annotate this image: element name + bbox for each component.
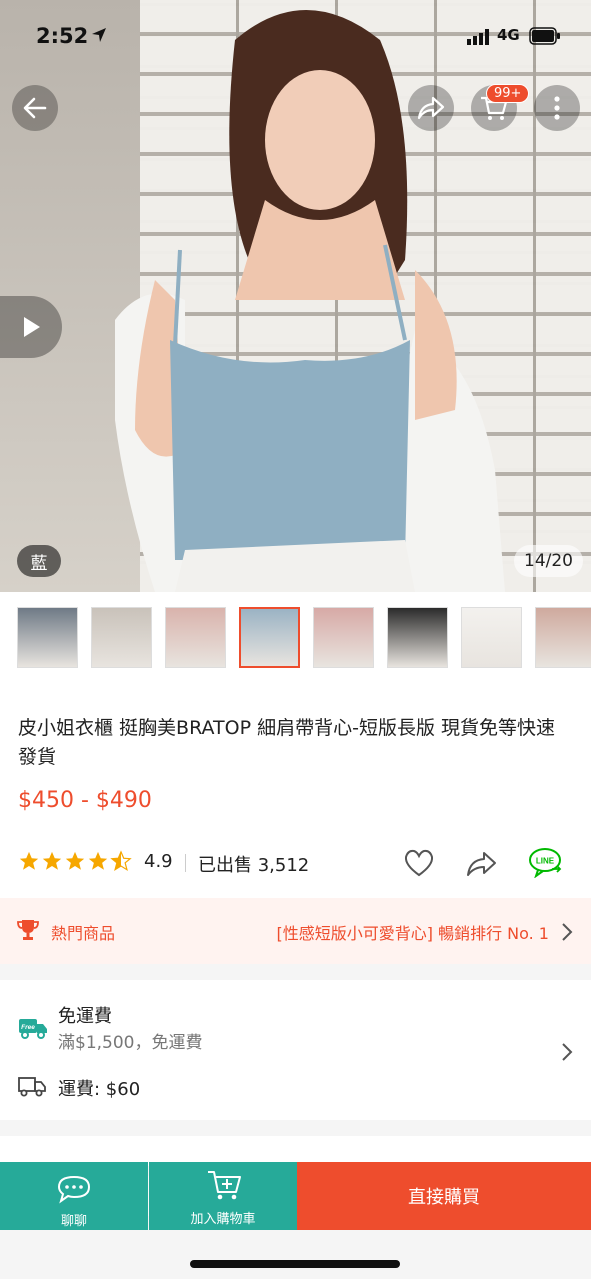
network-type: 4G [497,26,520,44]
star-icon [88,851,108,870]
trophy-icon [17,920,39,940]
thumbnail[interactable] [91,607,152,668]
thumbnail[interactable] [17,607,78,668]
model-photo [115,10,505,592]
thumbnail-active[interactable] [239,607,300,668]
thumbnail[interactable] [165,607,226,668]
add-cart-icon [208,1171,241,1200]
status-bar: 2:52 4G [0,20,591,52]
sold-count: 已出售 3,512 [198,855,310,876]
share-button[interactable] [408,85,454,131]
share-icon [417,96,445,120]
image-counter: 14/20 [514,545,583,577]
product-info: 皮小姐衣櫃 挺胸美BRATOP 細肩帶背心-短版長版 現貨免等快速發貨 $450… [0,686,591,898]
rating-value: 4.9 [144,851,173,872]
thumbnail[interactable] [313,607,374,668]
chat-bubble-icon [57,1175,91,1204]
hot-product-banner[interactable]: 熱門商品 [性感短版小可愛背心] 暢銷排行 No. 1 [0,898,591,964]
thumbnail-image [92,608,151,667]
chat-button[interactable]: 聊聊 [0,1162,148,1230]
thumbnail-image [388,608,447,667]
star-icon [19,851,39,870]
buy-now-button[interactable]: 直接購買 [297,1162,591,1230]
product-price: $450 - $490 [18,788,152,813]
add-to-cart-button[interactable]: 加入購物車 [149,1162,297,1230]
share-outline-icon[interactable] [465,848,497,878]
thumbnail[interactable] [461,607,522,668]
status-time: 2:52 [36,24,89,48]
thumbnail[interactable] [535,607,591,668]
half-star-icon [110,850,132,871]
shipping-fee: 運費: $60 [58,1079,141,1100]
free-shipping-title: 免運費 [58,1006,112,1027]
chevron-right-icon [562,923,573,941]
thumbnail-image [166,608,225,667]
star-icon [42,851,62,870]
truck-icon [18,1077,46,1097]
signal-icon [467,29,489,45]
line-label: LINE [536,857,555,866]
thumbnail-image [536,608,591,667]
rating-stars [18,850,132,872]
thumbnail-image [314,608,373,667]
shipping-section[interactable]: Free 免運費 滿$1,500，免運費 運費: $60 [0,980,591,1120]
chevron-right-icon [562,1043,573,1061]
ranking-text: [性感短版小可愛背心] 暢銷排行 No. 1 [276,924,550,943]
heart-icon[interactable] [403,848,435,878]
star-icon [65,851,85,870]
variant-tag: 藍 [17,545,61,577]
line-share-icon[interactable]: LINE [528,846,564,878]
home-indicator-area [0,1230,591,1279]
play-icon [24,317,40,337]
thumbnail-strip [0,592,591,686]
home-indicator[interactable] [190,1260,400,1268]
back-button[interactable] [12,85,58,131]
more-vertical-icon [554,96,560,120]
product-title: 皮小姐衣櫃 挺胸美BRATOP 細肩帶背心-短版長版 現貨免等快速發貨 [18,717,555,768]
thumbnail[interactable] [387,607,448,668]
thumbnail-image [241,609,298,666]
free-icon-text: Free [21,1024,35,1031]
add-to-cart-label: 加入購物車 [190,1212,256,1227]
free-shipping-subtitle: 滿$1,500，免運費 [58,1033,203,1053]
location-arrow-icon [92,28,106,42]
hot-label: 熱門商品 [51,924,116,943]
play-video-button[interactable] [0,296,62,358]
cart-count-badge: 99+ [486,84,530,103]
thumbnail-image [18,608,77,667]
more-button[interactable] [534,85,580,131]
free-shipping-truck-icon: Free [19,1019,47,1039]
rating-row: 4.9 已出售 3,512 LINE [18,848,578,878]
divider [185,854,186,872]
chat-label: 聊聊 [60,1214,87,1229]
thumbnail-image [462,608,521,667]
back-arrow-icon [23,97,47,119]
battery-icon [529,27,560,45]
bottom-action-bar: 聊聊 加入購物車 直接購買 [0,1162,591,1230]
